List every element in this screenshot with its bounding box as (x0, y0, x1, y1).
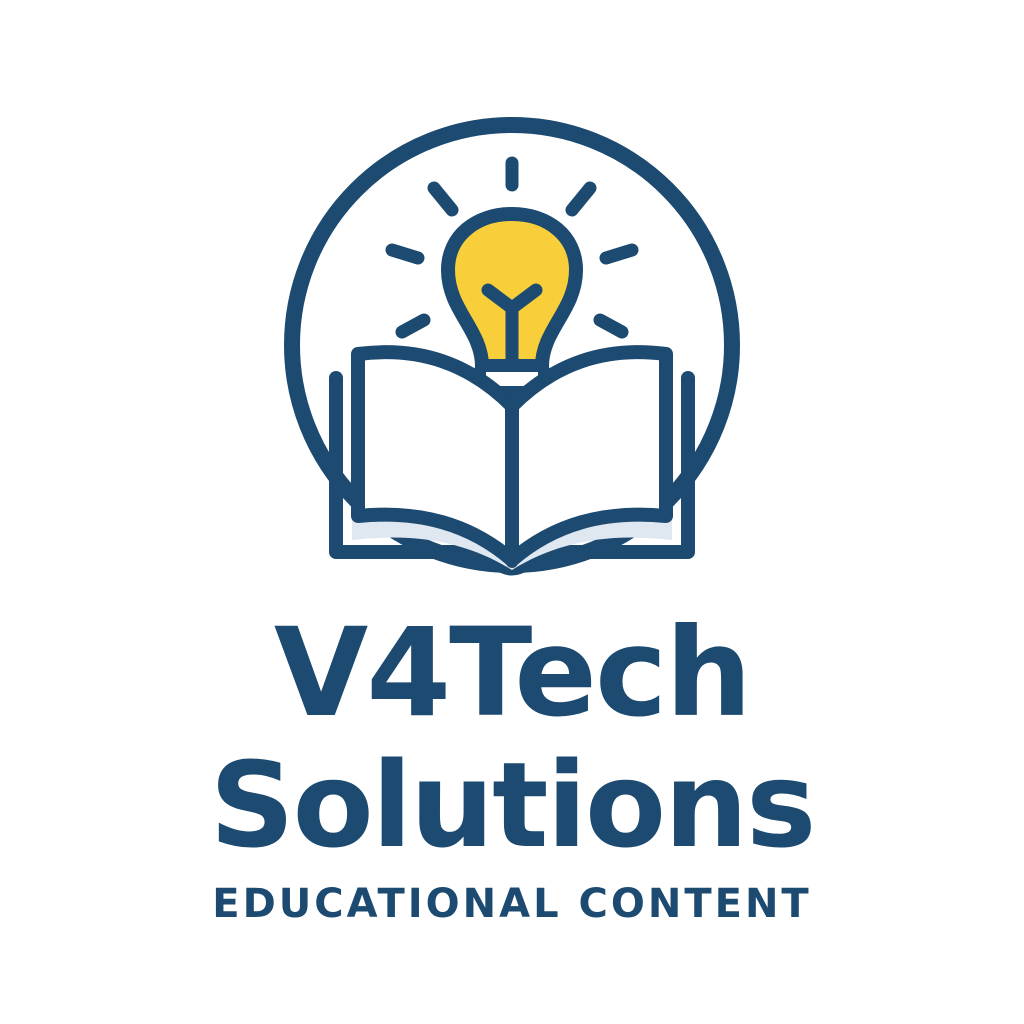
brand-name-line-1: V4Tech (273, 602, 752, 744)
logo-emblem (284, 117, 740, 576)
logo-canvas: V4Tech Solutions EDUCATIONAL CONTENT (0, 0, 1024, 1024)
tagline: EDUCATIONAL CONTENT (212, 881, 812, 927)
brand-name-line-2: Solutions (209, 736, 817, 874)
